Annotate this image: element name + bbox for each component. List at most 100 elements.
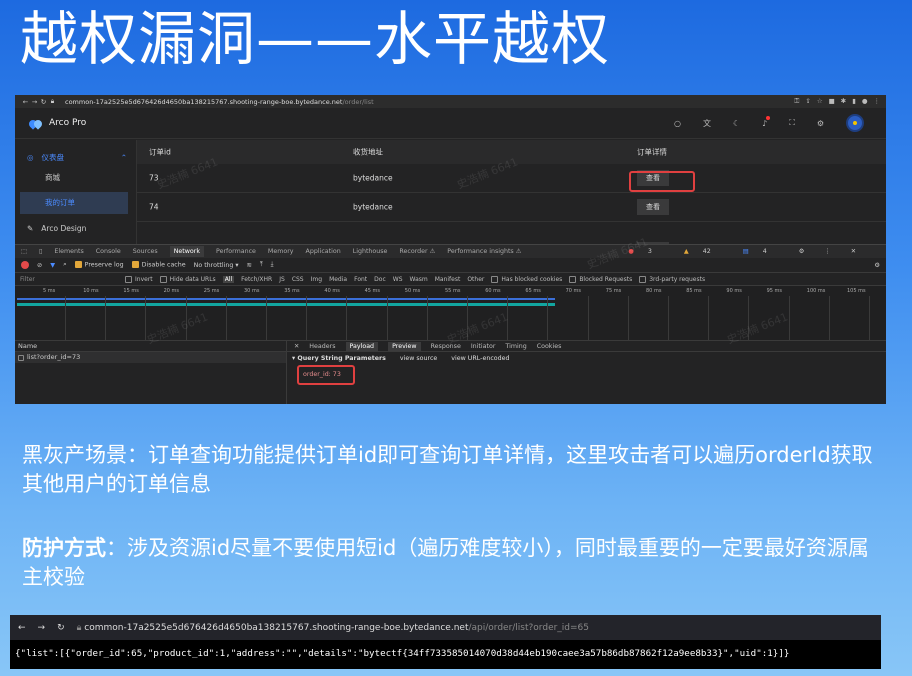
- checkbox-unchecked-icon: [491, 275, 499, 283]
- type-wasm[interactable]: Wasm: [410, 276, 428, 283]
- settings-gear-icon[interactable]: ⚙: [799, 248, 805, 255]
- tab-memory[interactable]: Memory: [268, 248, 294, 255]
- sidebar-item-my-orders[interactable]: 我的订单: [20, 192, 128, 214]
- address-bar[interactable]: common-17a2525e5d676426d4650ba138215767.…: [65, 98, 374, 106]
- forward-icon[interactable]: →: [30, 98, 39, 106]
- arco-logo-icon: [29, 119, 43, 128]
- type-font[interactable]: Font: [354, 276, 367, 283]
- more-icon[interactable]: ⋮: [824, 248, 830, 255]
- tab-payload[interactable]: Payload: [345, 341, 379, 351]
- sidebar-item-arco-design[interactable]: ✎ Arco Design: [27, 224, 86, 233]
- network-toolbar: ⊘ ▼ ⌕ Preserve log Disable cache No thro…: [15, 258, 886, 273]
- notification-bell-icon[interactable]: ♪: [762, 115, 771, 128]
- profile-icon[interactable]: ●: [862, 97, 868, 106]
- type-other[interactable]: Other: [467, 276, 484, 283]
- tab-recorder[interactable]: Recorder ⚠: [399, 248, 435, 255]
- type-fetch-xhr[interactable]: Fetch/XHR: [241, 276, 272, 283]
- checkbox-unchecked-icon: [639, 275, 647, 283]
- extension-icon[interactable]: ■: [829, 97, 835, 106]
- fullscreen-icon[interactable]: ⛶: [789, 118, 795, 128]
- search-icon[interactable]: ⌕: [63, 261, 67, 269]
- type-manifest[interactable]: Manifest: [435, 276, 461, 283]
- dashboard-icon: ◎: [27, 153, 34, 162]
- tab-lighthouse[interactable]: Lighthouse: [353, 248, 388, 255]
- sidebar-item-mall[interactable]: 商城: [45, 172, 60, 183]
- tab-preview[interactable]: Preview: [388, 341, 421, 351]
- sidebar-icon[interactable]: ▮: [852, 97, 856, 106]
- back-icon[interactable]: ←: [18, 623, 26, 633]
- theme-moon-icon[interactable]: ☾: [733, 119, 740, 128]
- timeline-gridline: [225, 296, 227, 341]
- devtools-inspect-icon[interactable]: ⬚: [21, 248, 27, 255]
- view-button[interactable]: 查看: [637, 199, 669, 215]
- request-row[interactable]: list?order_id=73: [15, 352, 286, 363]
- highlight-box-view-button: [629, 171, 695, 192]
- invert-checkbox[interactable]: Invert: [125, 275, 153, 283]
- throttling-select[interactable]: No throttling ▾: [194, 262, 239, 269]
- clear-icon[interactable]: ⊘: [37, 262, 42, 269]
- tab-performance[interactable]: Performance: [216, 248, 256, 255]
- tab-console[interactable]: Console: [96, 248, 121, 255]
- checkbox-unchecked-icon: [125, 275, 132, 283]
- app-logo[interactable]: Arco Pro: [29, 118, 86, 128]
- close-detail-icon[interactable]: ✕: [294, 343, 299, 350]
- query-string-title[interactable]: ▾ Query String Parameters: [292, 355, 386, 362]
- type-all[interactable]: All: [222, 275, 235, 283]
- menu-icon[interactable]: ⋮: [874, 97, 881, 106]
- close-icon[interactable]: ✕: [851, 248, 856, 255]
- tab-performance-insights[interactable]: Performance insights ⚠: [447, 248, 521, 255]
- tab-sources[interactable]: Sources: [133, 248, 158, 255]
- star-icon[interactable]: ☆: [817, 97, 823, 106]
- back-icon[interactable]: ←: [21, 98, 30, 106]
- avatar[interactable]: [846, 114, 864, 132]
- has-blocked-cookies-checkbox[interactable]: Has blocked cookies: [491, 275, 562, 283]
- filter-funnel-icon[interactable]: ▼: [50, 262, 55, 269]
- filter-input[interactable]: Filter: [20, 276, 118, 283]
- tab-timing[interactable]: Timing: [505, 343, 526, 350]
- view-url-encoded-link[interactable]: view URL-encoded: [451, 355, 509, 362]
- upload-icon[interactable]: ⤒: [260, 261, 263, 269]
- third-party-checkbox[interactable]: 3rd-party requests: [639, 275, 705, 283]
- devtools-device-icon[interactable]: ▯: [39, 248, 42, 255]
- reload-icon[interactable]: ↻: [57, 623, 65, 633]
- timeline-tick: 95 ms: [766, 288, 783, 294]
- tab-cookies[interactable]: Cookies: [537, 343, 562, 350]
- type-doc[interactable]: Doc: [374, 276, 386, 283]
- record-icon[interactable]: [21, 261, 29, 269]
- type-img[interactable]: Img: [311, 276, 322, 283]
- share-icon[interactable]: ⇪: [805, 97, 810, 106]
- preserve-log-checkbox[interactable]: Preserve log: [74, 261, 124, 269]
- type-css[interactable]: CSS: [292, 276, 304, 283]
- key-icon[interactable]: ⚿: [794, 97, 799, 106]
- info-badge[interactable]: ▤ 4: [743, 248, 779, 255]
- settings-gear-icon[interactable]: ⚙: [817, 119, 824, 128]
- tab-network[interactable]: Network: [169, 246, 204, 257]
- disable-cache-checkbox[interactable]: Disable cache: [131, 261, 186, 269]
- network-settings-icon[interactable]: ⚙: [874, 262, 886, 269]
- wifi-icon[interactable]: ≋: [247, 262, 252, 269]
- warning-badge[interactable]: ▲ 42: [684, 248, 723, 255]
- checkbox-checked-icon: [74, 261, 82, 269]
- type-js[interactable]: JS: [279, 276, 285, 283]
- timeline-gridline: [627, 296, 629, 341]
- tab-headers[interactable]: Headers: [309, 343, 335, 350]
- type-media[interactable]: Media: [329, 276, 347, 283]
- timeline-gridline: [306, 296, 308, 341]
- download-icon[interactable]: ⤓: [271, 261, 274, 269]
- address-bar[interactable]: 🔒︎ common-17a2525e5d676426d4650ba1382157…: [77, 623, 589, 633]
- search-icon[interactable]: ○: [674, 119, 681, 128]
- hide-data-urls-checkbox[interactable]: Hide data URLs: [159, 275, 216, 283]
- language-icon[interactable]: 文: [703, 118, 711, 129]
- sidebar-item-dashboard[interactable]: ◎ 仪表盘 ⌃: [27, 152, 127, 163]
- tab-elements[interactable]: Elements: [54, 248, 83, 255]
- reload-icon[interactable]: ↻: [39, 98, 48, 106]
- tab-initiator[interactable]: Initiator: [471, 343, 496, 350]
- network-filter-bar: Filter Invert Hide data URLs All Fetch/X…: [15, 273, 886, 286]
- forward-icon[interactable]: →: [38, 623, 46, 633]
- type-ws[interactable]: WS: [393, 276, 403, 283]
- puzzle-icon[interactable]: ✱: [841, 97, 846, 106]
- blocked-requests-checkbox[interactable]: Blocked Requests: [569, 275, 632, 283]
- tab-application[interactable]: Application: [306, 248, 341, 255]
- col-address: 收货地址: [353, 147, 383, 157]
- view-source-link[interactable]: view source: [400, 355, 437, 362]
